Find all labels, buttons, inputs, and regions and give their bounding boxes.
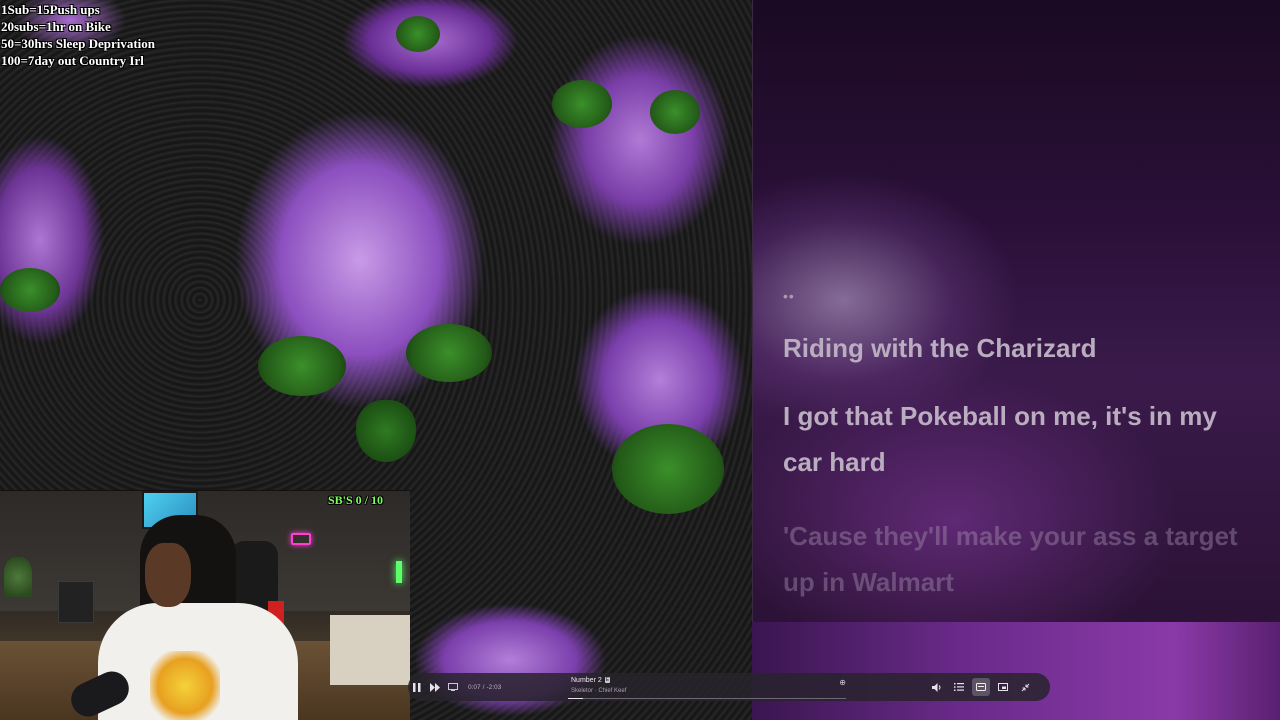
collapse-icon[interactable] <box>1016 678 1034 696</box>
streamer-face <box>145 543 191 607</box>
lyrics-panel: •• Riding with the Charizard I got that … <box>752 0 1280 622</box>
volume-icon[interactable] <box>928 678 946 696</box>
challenge-item: 50=30hrs Sleep Deprivation <box>1 36 156 51</box>
lyric-line-next[interactable]: I got that Pokeball on me, it's in my ca… <box>783 393 1243 485</box>
skull-nose <box>356 400 416 462</box>
cam-shelf <box>58 581 94 623</box>
lyrics-backdrop <box>752 622 1280 720</box>
cam-neon-sign <box>291 533 311 545</box>
more-icon[interactable]: ⊕ <box>839 678 846 687</box>
playback-time: 0:07/-2:03 <box>468 683 502 691</box>
cam-plant <box>4 557 32 597</box>
challenge-item: 1Sub=15Push ups <box>1 2 100 17</box>
track-artist[interactable]: Skeletor · Chief Keef <box>571 688 626 694</box>
shirt-print <box>150 651 220 720</box>
sub-counter: SB'S 0 / 10 <box>327 493 383 507</box>
lyric-line-upcoming[interactable]: 'Cause they'll make your ass a target up… <box>783 513 1243 605</box>
pause-icon[interactable] <box>408 678 426 696</box>
now-playing[interactable]: Number 2E Skeletor · Chief Keef ⊕ <box>568 676 846 699</box>
queue-icon[interactable] <box>950 678 968 696</box>
cast-icon[interactable] <box>444 678 462 696</box>
elapsed-time: 0:07 <box>468 683 481 691</box>
track-title: Number 2E <box>571 677 611 684</box>
remaining-time: -2:03 <box>486 683 502 691</box>
skull-eye-lower-right <box>612 424 724 514</box>
skull-eye-upper-right-a <box>552 80 612 128</box>
lyrics-icon[interactable] <box>972 678 990 696</box>
skull-eye-top <box>396 16 440 52</box>
player-bar: 0:07/-2:03 Number 2E Skeletor · Chief Ke… <box>408 673 1050 701</box>
miniplayer-icon[interactable] <box>994 678 1012 696</box>
cam-led-light <box>396 561 402 583</box>
lyrics-dots: •• <box>783 288 795 304</box>
webcam-feed: SB'S 0 / 10 <box>0 490 410 720</box>
challenge-item: 20subs=1hr on Bike <box>1 19 111 34</box>
skull-eye-left <box>258 336 346 396</box>
lyric-line-current[interactable]: Riding with the Charizard <box>783 325 1243 371</box>
progress-fill <box>568 698 583 699</box>
skull-eye-left-edge <box>0 268 60 312</box>
challenge-list: 1Sub=15Push ups 20subs=1hr on Bike 50=30… <box>1 1 155 69</box>
stream-canvas: 1Sub=15Push ups 20subs=1hr on Bike 50=30… <box>0 0 1280 720</box>
skull-eye-upper-right-b <box>650 90 700 134</box>
next-icon[interactable] <box>426 678 444 696</box>
player-controls-right <box>928 678 1034 696</box>
challenge-item: 100=7day out Country Irl <box>1 53 144 68</box>
progress-bar[interactable] <box>568 698 846 699</box>
explicit-badge: E <box>604 677 611 683</box>
cam-desk <box>330 615 410 685</box>
skull-eye-right <box>406 324 492 382</box>
